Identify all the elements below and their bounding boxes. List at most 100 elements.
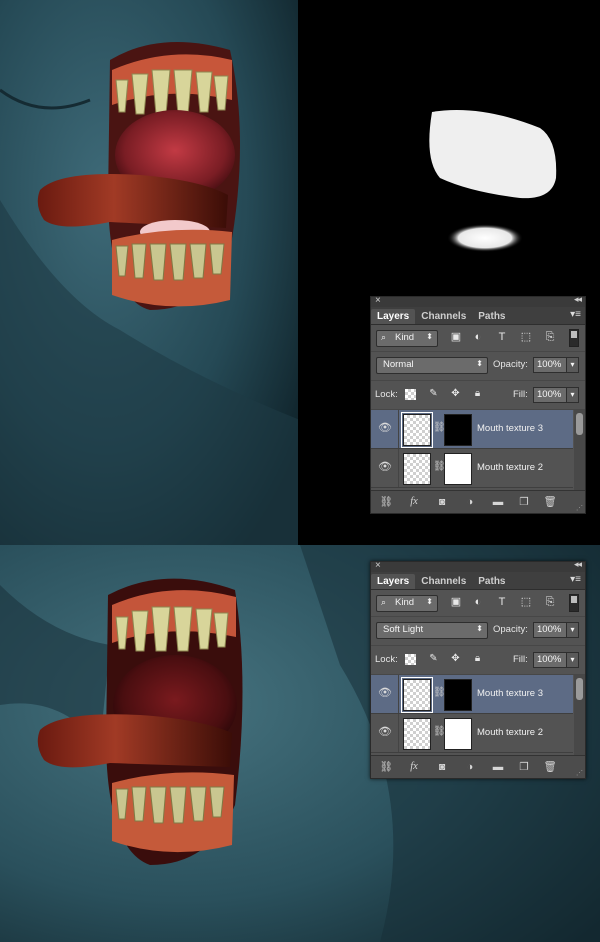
- layer-thumbnail[interactable]: [401, 412, 433, 448]
- adjustment-layer-icon[interactable]: ◑: [463, 760, 477, 774]
- lock-label: Lock:: [375, 389, 398, 400]
- lock-image-icon[interactable]: ✎: [427, 652, 440, 665]
- type-filter-icon[interactable]: T: [495, 331, 509, 344]
- panel-title-bar[interactable]: × ◂◂: [371, 559, 585, 572]
- fx-icon[interactable]: fx: [407, 495, 421, 509]
- panel-tabs: Layers Channels Paths ▾≡: [371, 307, 585, 325]
- opacity-field[interactable]: 100% ▾: [533, 357, 579, 373]
- layers-list[interactable]: 👁︎ ⛓︎ Mouth texture 3 👁︎ ⛓︎ Mouth textur…: [371, 410, 585, 490]
- mask-shape-bottom: [447, 224, 523, 252]
- divider: [398, 449, 399, 487]
- panel-title-bar[interactable]: × ◂◂: [371, 294, 585, 307]
- dropdown-arrow-icon[interactable]: ▾: [566, 388, 578, 402]
- layer-mask-thumbnail[interactable]: [444, 718, 472, 750]
- eye-visibility-icon[interactable]: 👁︎: [377, 421, 393, 435]
- type-filter-icon[interactable]: T: [495, 596, 509, 609]
- tab-layers[interactable]: Layers: [371, 309, 416, 324]
- lock-transparent-icon[interactable]: [405, 389, 416, 400]
- layer-row[interactable]: 👁︎ ⛓︎ Mouth texture 3: [371, 675, 573, 714]
- layer-thumbnail[interactable]: [403, 718, 431, 750]
- scrollbar-thumb[interactable]: [576, 413, 583, 435]
- lock-all-icon[interactable]: 🔒︎: [471, 652, 484, 665]
- trash-icon[interactable]: 🗑︎: [543, 495, 557, 509]
- blend-mode-dropdown[interactable]: Normal ⬍: [376, 357, 488, 374]
- layer-name[interactable]: Mouth texture 2: [477, 462, 543, 473]
- shape-filter-icon[interactable]: ⬚: [519, 331, 533, 344]
- new-layer-icon[interactable]: ❐: [517, 495, 531, 509]
- eye-visibility-icon[interactable]: 👁︎: [377, 460, 393, 474]
- new-layer-icon[interactable]: ❐: [517, 760, 531, 774]
- tab-channels[interactable]: Channels: [415, 574, 472, 589]
- fill-field[interactable]: 100% ▾: [533, 387, 579, 403]
- image-filter-icon[interactable]: ▣: [449, 596, 463, 609]
- dropdown-arrow-icon[interactable]: ▾: [566, 623, 578, 637]
- layer-mask-thumbnail[interactable]: [444, 679, 472, 711]
- blend-row: Soft Light ⬍ Opacity: 100% ▾: [371, 617, 585, 646]
- new-group-icon[interactable]: ▬: [491, 495, 505, 509]
- tab-paths[interactable]: Paths: [472, 574, 511, 589]
- image-filter-icon[interactable]: ▣: [449, 331, 463, 344]
- lock-position-icon[interactable]: ✥: [449, 652, 462, 665]
- smart-object-filter-icon[interactable]: ⎘: [543, 596, 557, 609]
- layer-row[interactable]: 👁︎ ⛓︎ Mouth texture 2: [371, 449, 573, 488]
- fx-icon[interactable]: fx: [407, 760, 421, 774]
- tab-channels[interactable]: Channels: [415, 309, 472, 324]
- layer-row[interactable]: 👁︎ ⛓︎ Mouth texture 2: [371, 714, 573, 753]
- adjustment-filter-icon[interactable]: ◐: [471, 596, 485, 609]
- blend-mode-dropdown[interactable]: Soft Light ⬍: [376, 622, 488, 639]
- fill-label: Fill:: [513, 389, 528, 400]
- opacity-value: 100%: [537, 359, 562, 370]
- scrollbar-thumb[interactable]: [576, 678, 583, 700]
- trash-icon[interactable]: 🗑︎: [543, 760, 557, 774]
- lock-transparent-icon[interactable]: [405, 654, 416, 665]
- add-mask-icon[interactable]: ◙: [435, 495, 449, 509]
- layer-name[interactable]: Mouth texture 3: [477, 423, 543, 434]
- bottom-screenshot: × ◂◂ Layers Channels Paths ▾≡ ⌕ Kind ⬍ ▣…: [0, 545, 600, 942]
- link-layers-icon[interactable]: ⛓︎: [379, 495, 393, 509]
- layer-thumbnail[interactable]: [401, 677, 433, 713]
- layer-name[interactable]: Mouth texture 2: [477, 727, 543, 738]
- tab-layers[interactable]: Layers: [371, 574, 416, 589]
- kind-filter-dropdown[interactable]: ⌕ Kind ⬍: [376, 595, 438, 612]
- layers-scrollbar[interactable]: [574, 675, 585, 755]
- adjustment-filter-icon[interactable]: ◐: [471, 331, 485, 344]
- smart-object-filter-icon[interactable]: ⎘: [543, 331, 557, 344]
- eye-visibility-icon[interactable]: 👁︎: [377, 686, 393, 700]
- fill-field[interactable]: 100% ▾: [533, 652, 579, 668]
- kind-filter-dropdown[interactable]: ⌕ Kind ⬍: [376, 330, 438, 347]
- layer-thumbnail[interactable]: [403, 453, 431, 485]
- resize-grip-icon[interactable]: ⋰: [576, 504, 583, 512]
- layers-panel[interactable]: × ◂◂ Layers Channels Paths ▾≡ ⌕ Kind ⬍ ▣…: [370, 559, 586, 779]
- layer-name[interactable]: Mouth texture 3: [477, 688, 543, 699]
- layer-mask-thumbnail[interactable]: [444, 453, 472, 485]
- layers-scrollbar[interactable]: [574, 410, 585, 490]
- lock-image-icon[interactable]: ✎: [427, 387, 440, 400]
- dropdown-arrow-icon[interactable]: ▾: [566, 358, 578, 372]
- dropdown-arrow-icon[interactable]: ▾: [566, 653, 578, 667]
- add-mask-icon[interactable]: ◙: [435, 760, 449, 774]
- lock-all-icon[interactable]: 🔒︎: [471, 387, 484, 400]
- layers-list[interactable]: 👁︎ ⛓︎ Mouth texture 3 👁︎ ⛓︎ Mouth textur…: [371, 675, 585, 755]
- layer-mask-thumbnail[interactable]: [444, 414, 472, 446]
- filter-toggle-switch[interactable]: [569, 329, 579, 347]
- panel-menu-icon[interactable]: ▾≡: [570, 574, 581, 585]
- collapse-panel-icon[interactable]: ◂◂: [574, 559, 582, 570]
- filter-toggle-switch[interactable]: [569, 594, 579, 612]
- updown-arrow-icon: ⬍: [476, 624, 483, 633]
- panel-menu-icon[interactable]: ▾≡: [570, 309, 581, 320]
- eye-visibility-icon[interactable]: 👁︎: [377, 725, 393, 739]
- close-panel-icon[interactable]: ×: [375, 295, 381, 306]
- layers-panel[interactable]: × ◂◂ Layers Channels Paths ▾≡ ⌕ Kind ⬍ ▣…: [370, 294, 586, 514]
- resize-grip-icon[interactable]: ⋰: [576, 769, 583, 777]
- lock-position-icon[interactable]: ✥: [449, 387, 462, 400]
- tab-paths[interactable]: Paths: [472, 309, 511, 324]
- new-group-icon[interactable]: ▬: [491, 760, 505, 774]
- shape-filter-icon[interactable]: ⬚: [519, 596, 533, 609]
- layer-row[interactable]: 👁︎ ⛓︎ Mouth texture 3: [371, 410, 573, 449]
- top-screenshot: × ◂◂ Layers Channels Paths ▾≡ ⌕ Kind ⬍ ▣…: [0, 0, 600, 545]
- adjustment-layer-icon[interactable]: ◑: [463, 495, 477, 509]
- collapse-panel-icon[interactable]: ◂◂: [574, 294, 582, 305]
- link-layers-icon[interactable]: ⛓︎: [379, 760, 393, 774]
- opacity-field[interactable]: 100% ▾: [533, 622, 579, 638]
- close-panel-icon[interactable]: ×: [375, 560, 381, 571]
